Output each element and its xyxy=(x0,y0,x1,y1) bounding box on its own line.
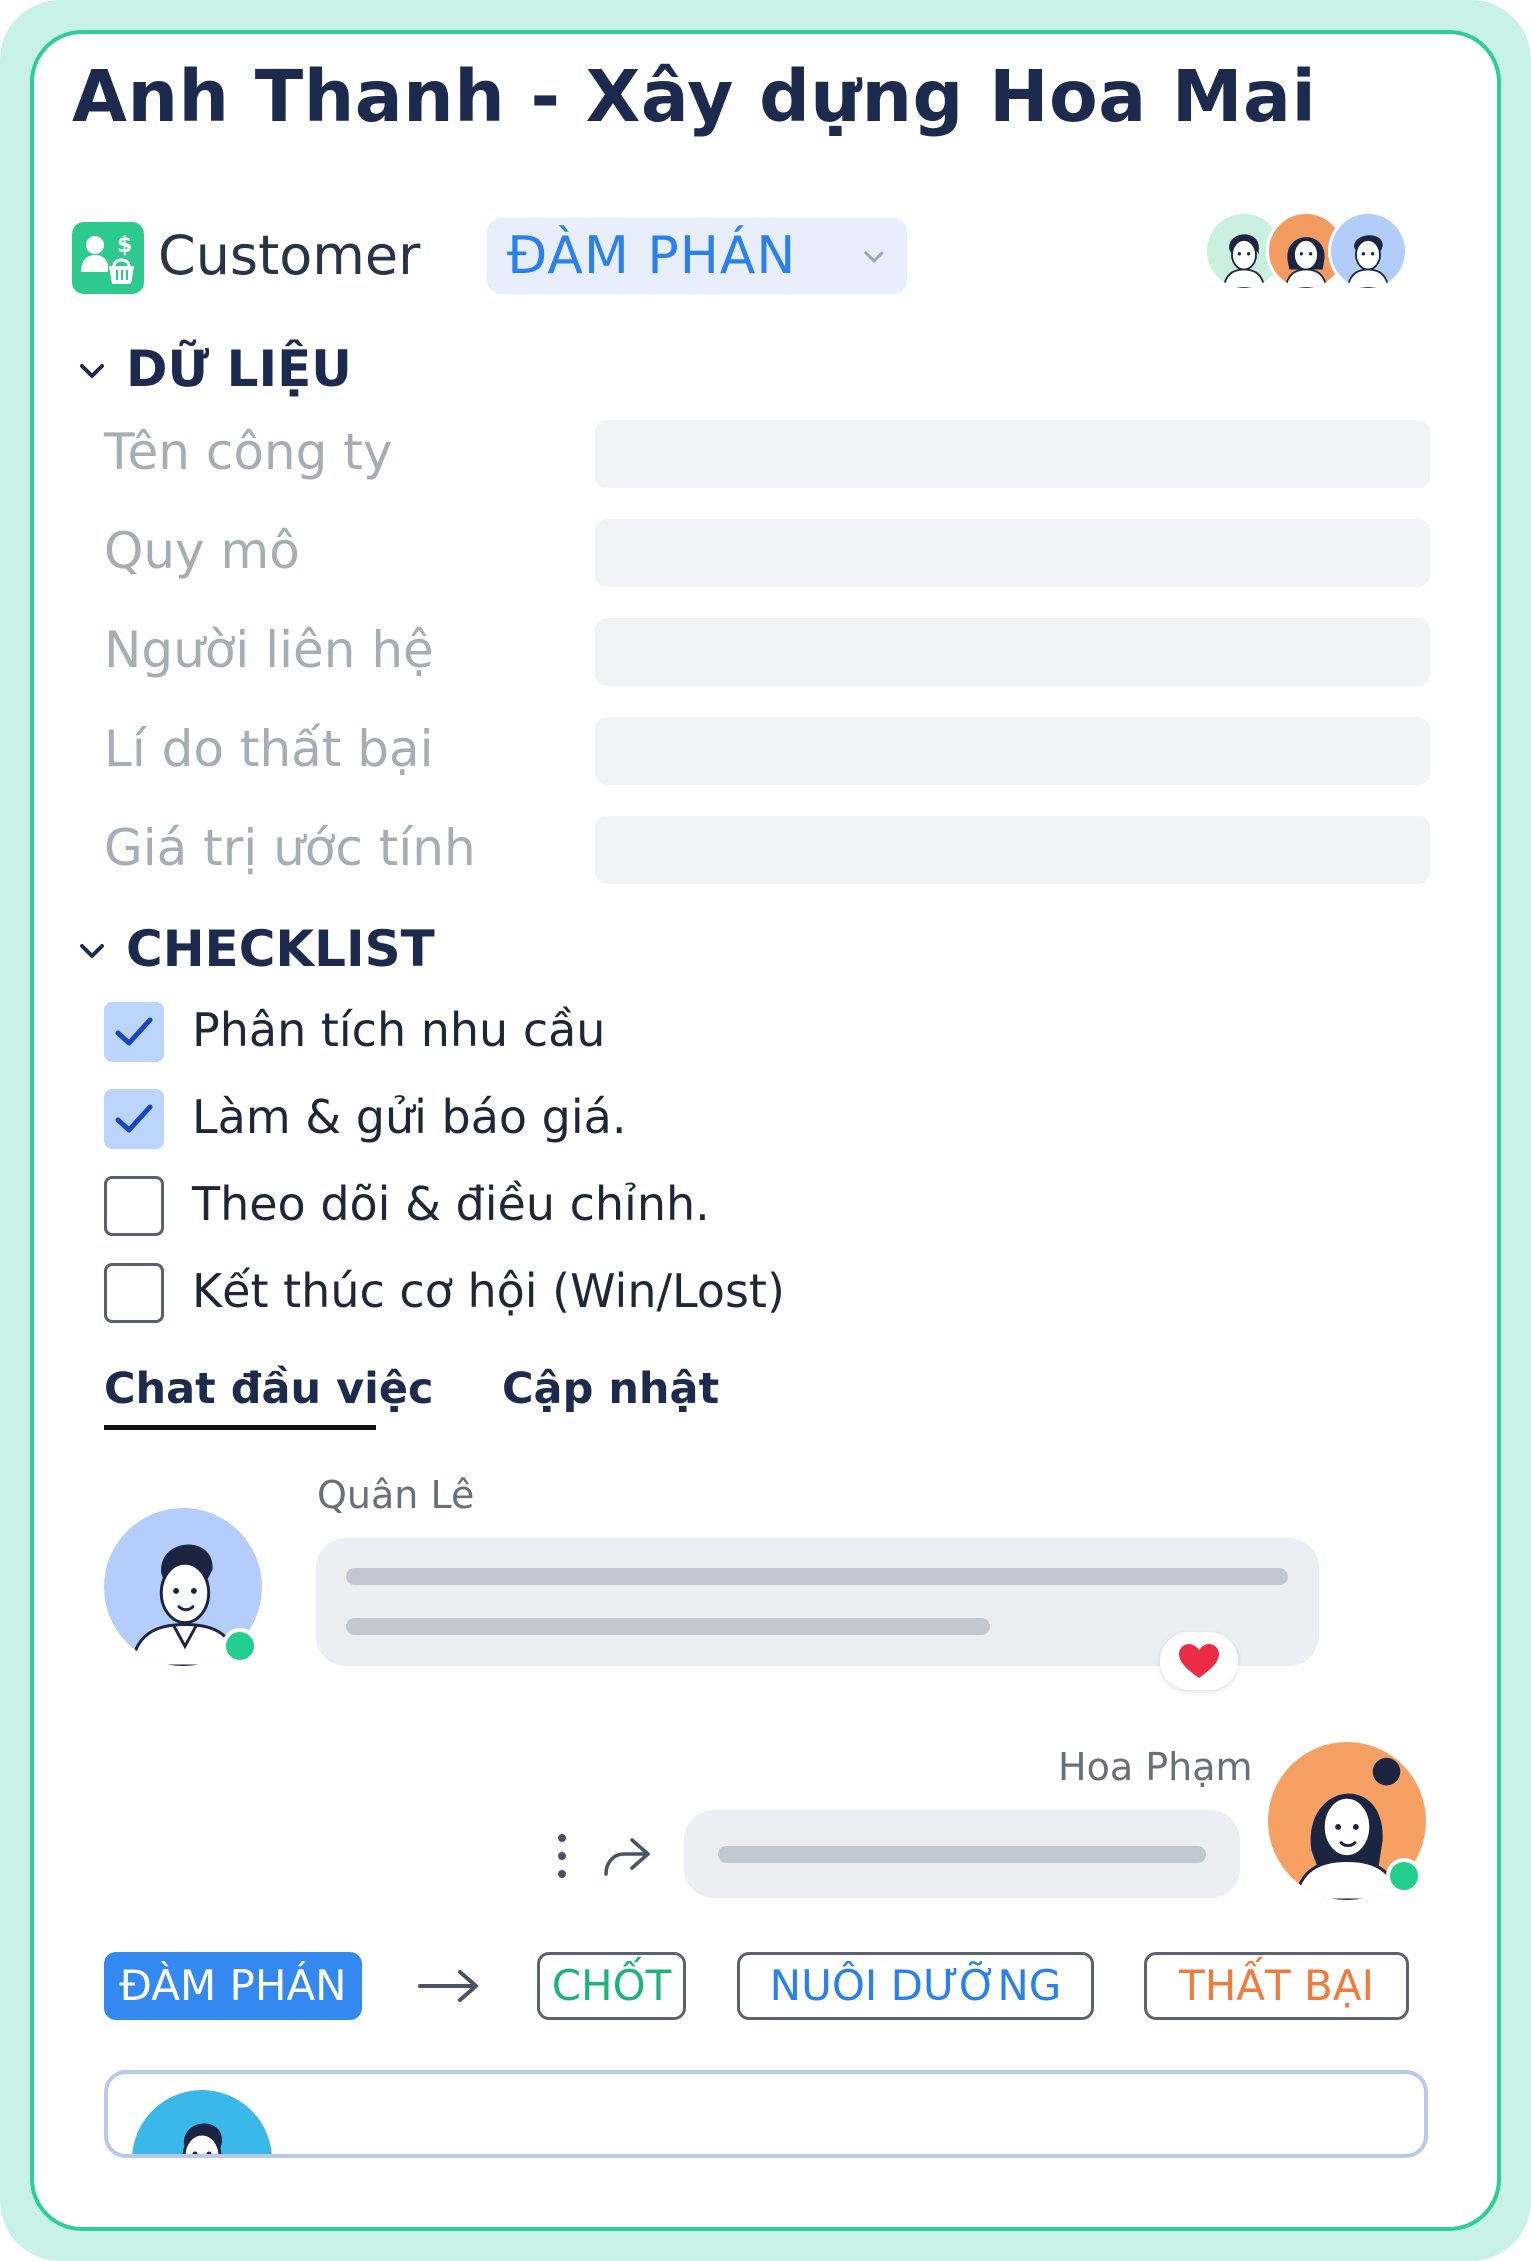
active-tab-indicator xyxy=(104,1425,376,1430)
message-sender: Hoa Phạm xyxy=(1058,1745,1253,1789)
checklist-section-toggle[interactable]: CHECKLIST xyxy=(72,920,435,978)
chevron-down-icon xyxy=(80,943,104,958)
message-bubble[interactable] xyxy=(684,1810,1240,1898)
forward-icon[interactable] xyxy=(602,1836,652,1878)
field-input-company[interactable] xyxy=(595,420,1430,488)
checklist-checkbox[interactable] xyxy=(104,1002,164,1062)
data-section-heading: DỮ LIỆU xyxy=(126,340,352,398)
page-title: Anh Thanh - Xây dựng Hoa Mai xyxy=(72,55,1317,138)
stage-option-nurture[interactable]: NUÔI DƯỠNG xyxy=(737,1952,1094,2020)
data-section-toggle[interactable]: DỮ LIỆU xyxy=(72,340,352,398)
customer-icon: $ xyxy=(72,222,144,294)
field-input-estimated-value[interactable] xyxy=(595,816,1430,884)
avatar[interactable] xyxy=(1328,211,1408,291)
checklist-item-label: Làm & gửi báo giá. xyxy=(192,1090,627,1144)
field-label-scale: Quy mô xyxy=(104,522,300,580)
checklist-item-label: Kết thúc cơ hội (Win/Lost) xyxy=(192,1264,785,1318)
avatar xyxy=(132,2090,272,2154)
stage-option-lost[interactable]: THẤT BẠI xyxy=(1144,1952,1409,2020)
current-stage-chip: ĐÀM PHÁN xyxy=(104,1952,362,2020)
assignee-avatars[interactable] xyxy=(1204,211,1424,291)
svg-text:$: $ xyxy=(117,233,132,258)
checklist-item-label: Phân tích nhu cầu xyxy=(192,1003,606,1057)
checklist-checkbox[interactable] xyxy=(104,1089,164,1149)
message-composer[interactable] xyxy=(104,2070,1428,2158)
tab-updates[interactable]: Cập nhật xyxy=(502,1364,719,1414)
online-status-dot xyxy=(1386,1858,1422,1894)
checklist-item-label: Theo dõi & điều chỉnh. xyxy=(192,1177,710,1231)
arrow-right-icon xyxy=(418,1970,478,2002)
online-status-dot xyxy=(222,1628,258,1664)
more-options-icon[interactable] xyxy=(553,1832,571,1880)
field-label-estimated-value: Giá trị ước tính xyxy=(104,819,476,877)
field-input-contact[interactable] xyxy=(595,618,1430,686)
chevron-down-icon xyxy=(80,363,104,378)
stage-dropdown[interactable]: ĐÀM PHÁN xyxy=(487,218,907,294)
checklist-checkbox[interactable] xyxy=(104,1263,164,1323)
stage-option-won[interactable]: CHỐT xyxy=(537,1952,686,2020)
field-input-lost-reason[interactable] xyxy=(595,717,1430,785)
message-text-placeholder xyxy=(346,1568,1288,1585)
message-text-placeholder xyxy=(346,1618,990,1635)
field-label-contact: Người liên hệ xyxy=(104,621,434,679)
message-sender: Quân Lê xyxy=(317,1473,475,1517)
message-text-placeholder xyxy=(718,1846,1206,1863)
field-label-company: Tên công ty xyxy=(104,423,393,481)
stage-dropdown-value: ĐÀM PHÁN xyxy=(507,226,797,286)
heart-icon xyxy=(1179,1644,1219,1678)
field-label-lost-reason: Lí do thất bại xyxy=(104,720,434,778)
record-type-label: Customer xyxy=(158,224,421,287)
checkmark-icon xyxy=(115,1017,153,1046)
field-input-scale[interactable] xyxy=(595,519,1430,587)
checklist-heading: CHECKLIST xyxy=(126,920,435,978)
chevron-down-icon xyxy=(864,251,884,263)
reaction-badge[interactable] xyxy=(1160,1632,1238,1690)
checklist-checkbox[interactable] xyxy=(104,1176,164,1236)
tab-chat[interactable]: Chat đầu việc xyxy=(104,1364,434,1414)
checkmark-icon xyxy=(115,1104,153,1133)
